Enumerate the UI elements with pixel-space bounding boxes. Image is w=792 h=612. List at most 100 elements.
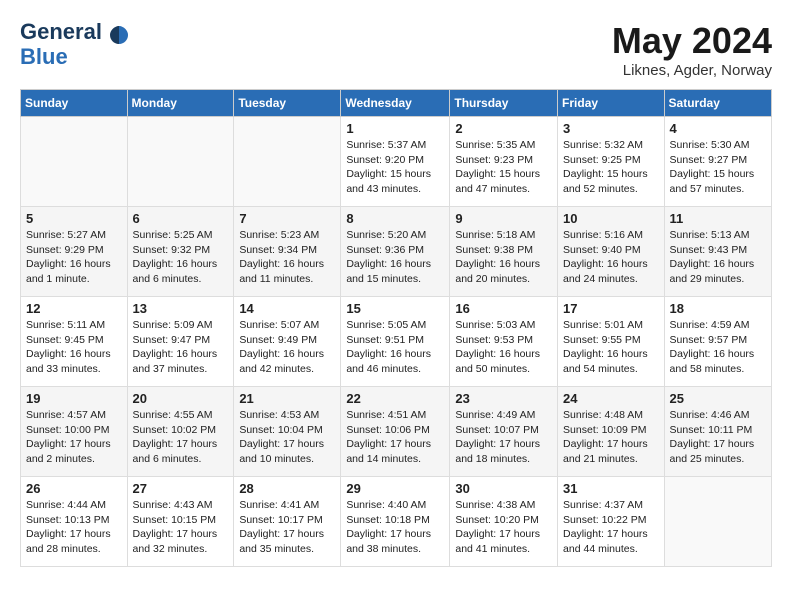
calendar-table: SundayMondayTuesdayWednesdayThursdayFrid… — [20, 89, 772, 567]
day-info: Sunrise: 4:44 AM Sunset: 10:13 PM Daylig… — [26, 498, 122, 557]
calendar-cell: 13Sunrise: 5:09 AM Sunset: 9:47 PM Dayli… — [127, 297, 234, 387]
month-title: May 2024 — [612, 20, 772, 62]
calendar-cell: 10Sunrise: 5:16 AM Sunset: 9:40 PM Dayli… — [558, 207, 665, 297]
day-info: Sunrise: 4:53 AM Sunset: 10:04 PM Daylig… — [239, 408, 335, 467]
location: Liknes, Agder, Norway — [612, 62, 772, 79]
weekday-header: Thursday — [450, 90, 558, 117]
logo-line1: General — [20, 19, 102, 44]
weekday-header: Wednesday — [341, 90, 450, 117]
weekday-header: Sunday — [21, 90, 128, 117]
day-info: Sunrise: 5:18 AM Sunset: 9:38 PM Dayligh… — [455, 228, 552, 287]
day-number: 26 — [26, 481, 122, 496]
calendar-header: SundayMondayTuesdayWednesdayThursdayFrid… — [21, 90, 772, 117]
calendar-cell: 31Sunrise: 4:37 AM Sunset: 10:22 PM Dayl… — [558, 477, 665, 567]
day-number: 13 — [133, 301, 229, 316]
day-info: Sunrise: 5:20 AM Sunset: 9:36 PM Dayligh… — [346, 228, 444, 287]
day-number: 19 — [26, 391, 122, 406]
logo-line2: Blue — [20, 44, 130, 70]
day-info: Sunrise: 5:30 AM Sunset: 9:27 PM Dayligh… — [670, 138, 766, 197]
calendar-cell: 26 Sunrise: 4:44 AM Sunset: 10:13 PM Dayl… — [21, 477, 128, 567]
day-info: Sunrise: 5:27 AM Sunset: 9:29 PM Dayligh… — [26, 228, 122, 287]
day-info: Sunrise: 4:57 AM Sunset: 10:00 PM Daylig… — [26, 408, 122, 467]
calendar-cell: 29 Sunrise: 4:40 AM Sunset: 10:18 PM Dayl… — [341, 477, 450, 567]
calendar-cell: 22Sunrise: 4:51 AM Sunset: 10:06 PM Dayl… — [341, 387, 450, 477]
day-number: 3 — [563, 121, 659, 136]
calendar-cell — [127, 117, 234, 207]
calendar-cell: 23Sunrise: 4:49 AM Sunset: 10:07 PM Dayl… — [450, 387, 558, 477]
page-header: General Blue May 2024 Liknes, Agder, Nor… — [20, 20, 772, 79]
header-row: SundayMondayTuesdayWednesdayThursdayFrid… — [21, 90, 772, 117]
day-info: Sunrise: 4:59 AM Sunset: 9:57 PM Dayligh… — [670, 318, 766, 377]
calendar-cell: 5 Sunrise: 5:27 AM Sunset: 9:29 PM Daylig… — [21, 207, 128, 297]
calendar-cell: 3Sunrise: 5:32 AM Sunset: 9:25 PM Daylig… — [558, 117, 665, 207]
day-info: Sunrise: 4:40 AM Sunset: 10:18 PM Daylig… — [346, 498, 444, 557]
day-number: 1 — [346, 121, 444, 136]
calendar-cell: 9 Sunrise: 5:18 AM Sunset: 9:38 PM Daylig… — [450, 207, 558, 297]
calendar-week-row: 1 Sunrise: 5:37 AM Sunset: 9:20 PM Daylig… — [21, 117, 772, 207]
calendar-cell: 14 Sunrise: 5:07 AM Sunset: 9:49 PM Dayli… — [234, 297, 341, 387]
weekday-header: Tuesday — [234, 90, 341, 117]
day-info: Sunrise: 4:43 AM Sunset: 10:15 PM Daylig… — [133, 498, 229, 557]
day-info: Sunrise: 4:46 AM Sunset: 10:11 PM Daylig… — [670, 408, 766, 467]
day-number: 15 — [346, 301, 444, 316]
weekday-header: Saturday — [664, 90, 771, 117]
calendar-cell: 1 Sunrise: 5:37 AM Sunset: 9:20 PM Daylig… — [341, 117, 450, 207]
day-info: Sunrise: 4:55 AM Sunset: 10:02 PM Daylig… — [133, 408, 229, 467]
day-number: 21 — [239, 391, 335, 406]
calendar-cell: 21 Sunrise: 4:53 AM Sunset: 10:04 PM Dayl… — [234, 387, 341, 477]
calendar-cell: 28 Sunrise: 4:41 AM Sunset: 10:17 PM Dayl… — [234, 477, 341, 567]
calendar-cell: 6 Sunrise: 5:25 AM Sunset: 9:32 PM Daylig… — [127, 207, 234, 297]
day-number: 16 — [455, 301, 552, 316]
day-number: 24 — [563, 391, 659, 406]
day-number: 5 — [26, 211, 122, 226]
calendar-week-row: 12Sunrise: 5:11 AM Sunset: 9:45 PM Dayli… — [21, 297, 772, 387]
day-number: 4 — [670, 121, 766, 136]
day-number: 17 — [563, 301, 659, 316]
day-number: 7 — [239, 211, 335, 226]
calendar-body: 1 Sunrise: 5:37 AM Sunset: 9:20 PM Daylig… — [21, 117, 772, 567]
day-info: Sunrise: 4:41 AM Sunset: 10:17 PM Daylig… — [239, 498, 335, 557]
day-number: 31 — [563, 481, 659, 496]
day-number: 25 — [670, 391, 766, 406]
day-info: Sunrise: 4:48 AM Sunset: 10:09 PM Daylig… — [563, 408, 659, 467]
calendar-cell: 27Sunrise: 4:43 AM Sunset: 10:15 PM Dayl… — [127, 477, 234, 567]
day-number: 8 — [346, 211, 444, 226]
day-number: 9 — [455, 211, 552, 226]
calendar-cell: 20 Sunrise: 4:55 AM Sunset: 10:02 PM Dayl… — [127, 387, 234, 477]
day-number: 6 — [133, 211, 229, 226]
calendar-cell: 25 Sunrise: 4:46 AM Sunset: 10:11 PM Dayl… — [664, 387, 771, 477]
day-info: Sunrise: 5:25 AM Sunset: 9:32 PM Dayligh… — [133, 228, 229, 287]
day-number: 2 — [455, 121, 552, 136]
day-info: Sunrise: 5:03 AM Sunset: 9:53 PM Dayligh… — [455, 318, 552, 377]
calendar-week-row: 5 Sunrise: 5:27 AM Sunset: 9:29 PM Daylig… — [21, 207, 772, 297]
day-number: 28 — [239, 481, 335, 496]
day-info: Sunrise: 5:05 AM Sunset: 9:51 PM Dayligh… — [346, 318, 444, 377]
day-info: Sunrise: 5:16 AM Sunset: 9:40 PM Dayligh… — [563, 228, 659, 287]
calendar-cell: 15 Sunrise: 5:05 AM Sunset: 9:51 PM Dayli… — [341, 297, 450, 387]
day-number: 20 — [133, 391, 229, 406]
day-number: 14 — [239, 301, 335, 316]
day-info: Sunrise: 4:51 AM Sunset: 10:06 PM Daylig… — [346, 408, 444, 467]
calendar-cell: 11Sunrise: 5:13 AM Sunset: 9:43 PM Dayli… — [664, 207, 771, 297]
day-number: 18 — [670, 301, 766, 316]
day-number: 11 — [670, 211, 766, 226]
day-info: Sunrise: 5:11 AM Sunset: 9:45 PM Dayligh… — [26, 318, 122, 377]
day-number: 29 — [346, 481, 444, 496]
calendar-week-row: 26 Sunrise: 4:44 AM Sunset: 10:13 PM Dayl… — [21, 477, 772, 567]
calendar-cell — [21, 117, 128, 207]
calendar-cell: 4 Sunrise: 5:30 AM Sunset: 9:27 PM Daylig… — [664, 117, 771, 207]
title-block: May 2024 Liknes, Agder, Norway — [612, 20, 772, 79]
day-info: Sunrise: 4:38 AM Sunset: 10:20 PM Daylig… — [455, 498, 552, 557]
weekday-header: Friday — [558, 90, 665, 117]
calendar-cell: 16 Sunrise: 5:03 AM Sunset: 9:53 PM Dayli… — [450, 297, 558, 387]
calendar-cell: 18 Sunrise: 4:59 AM Sunset: 9:57 PM Dayli… — [664, 297, 771, 387]
day-info: Sunrise: 5:37 AM Sunset: 9:20 PM Dayligh… — [346, 138, 444, 197]
day-number: 30 — [455, 481, 552, 496]
day-info: Sunrise: 5:07 AM Sunset: 9:49 PM Dayligh… — [239, 318, 335, 377]
logo-icon — [108, 24, 130, 46]
calendar-cell — [664, 477, 771, 567]
day-info: Sunrise: 4:49 AM Sunset: 10:07 PM Daylig… — [455, 408, 552, 467]
calendar-cell: 30 Sunrise: 4:38 AM Sunset: 10:20 PM Dayl… — [450, 477, 558, 567]
day-info: Sunrise: 5:35 AM Sunset: 9:23 PM Dayligh… — [455, 138, 552, 197]
calendar-cell: 24 Sunrise: 4:48 AM Sunset: 10:09 PM Dayl… — [558, 387, 665, 477]
